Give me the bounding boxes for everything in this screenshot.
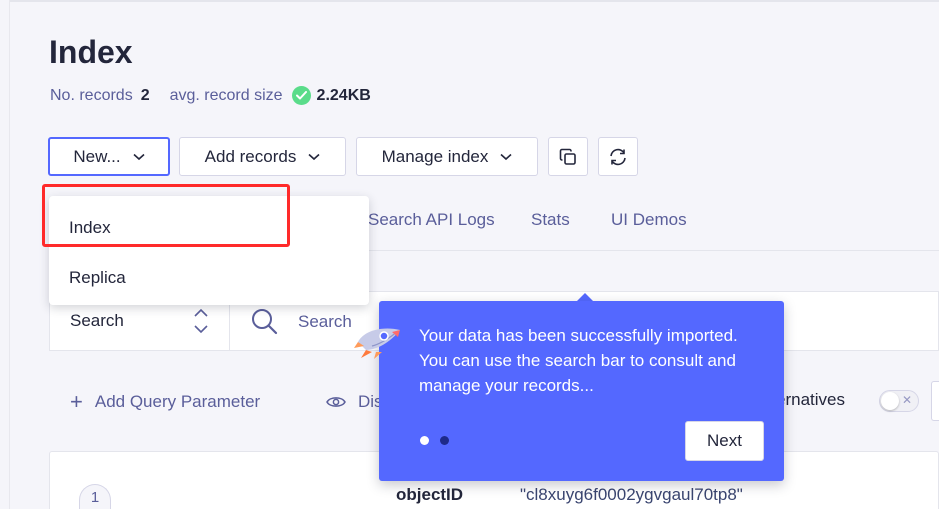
clipped-control[interactable] — [931, 381, 939, 421]
new-button-label: New... — [73, 146, 121, 166]
refresh-button[interactable] — [598, 137, 638, 176]
search-type-value: Search — [70, 311, 124, 330]
records-count: 2 — [140, 86, 150, 104]
plus-icon: + — [70, 389, 83, 414]
new-button[interactable]: New... — [48, 137, 170, 176]
record-index-badge: 1 — [79, 484, 111, 509]
next-button[interactable]: Next — [685, 421, 764, 461]
page-title: Index — [49, 34, 133, 70]
close-icon: ✕ — [901, 393, 912, 407]
alternatives-label: ernatives — [776, 390, 845, 409]
records-label: No. records — [50, 86, 133, 104]
tab-search-api-logs[interactable]: Search API Logs — [368, 210, 495, 230]
copy-index-button[interactable] — [548, 137, 588, 176]
refresh-icon — [610, 148, 626, 165]
tab-ui-demos[interactable]: UI Demos — [611, 210, 687, 230]
onboarding-tooltip: Your data has been successfully imported… — [379, 301, 784, 481]
menu-item-replica[interactable]: Replica — [69, 268, 126, 288]
toggle-knob — [881, 392, 899, 410]
avg-size-value: 2.24KB — [316, 86, 371, 104]
eye-icon — [326, 397, 346, 407]
left-border — [9, 0, 10, 509]
display-toggle[interactable]: Dis — [326, 392, 383, 412]
chevron-down-icon — [308, 153, 320, 160]
record-attribute-key: objectID — [396, 485, 464, 504]
rocket-icon — [354, 328, 400, 359]
highlight-box — [42, 184, 290, 247]
chevron-down-icon — [500, 153, 512, 160]
record-attribute-value: "cl8xuyg6f0002ygvgaul70tp8" — [520, 485, 743, 504]
tab-stats[interactable]: Stats — [531, 210, 570, 230]
top-divider — [10, 0, 939, 2]
add-records-label: Add records — [204, 146, 297, 166]
copy-icon — [559, 148, 576, 165]
step-dot-active[interactable] — [420, 436, 429, 445]
chevron-down-icon — [133, 153, 145, 160]
select-updown-icon — [194, 308, 208, 334]
add-query-parameter-button[interactable]: + Add Query Parameter — [70, 389, 261, 414]
search-input[interactable]: Search — [298, 312, 352, 332]
add-records-button[interactable]: Add records — [179, 137, 346, 176]
search-icon — [252, 309, 278, 335]
manage-index-label: Manage index — [381, 146, 489, 166]
add-query-parameter-label: Add Query Parameter — [94, 392, 261, 411]
check-icon — [291, 86, 311, 105]
alternatives-toggle[interactable]: ✕ — [879, 390, 919, 412]
manage-index-button[interactable]: Manage index — [356, 137, 538, 176]
index-stats: No. records 2 avg. record size 2.24KB — [50, 86, 371, 105]
avg-size-label: avg. record size — [169, 86, 283, 104]
onboarding-message: Your data has been successfully imported… — [419, 326, 738, 395]
step-dot[interactable] — [440, 436, 449, 445]
